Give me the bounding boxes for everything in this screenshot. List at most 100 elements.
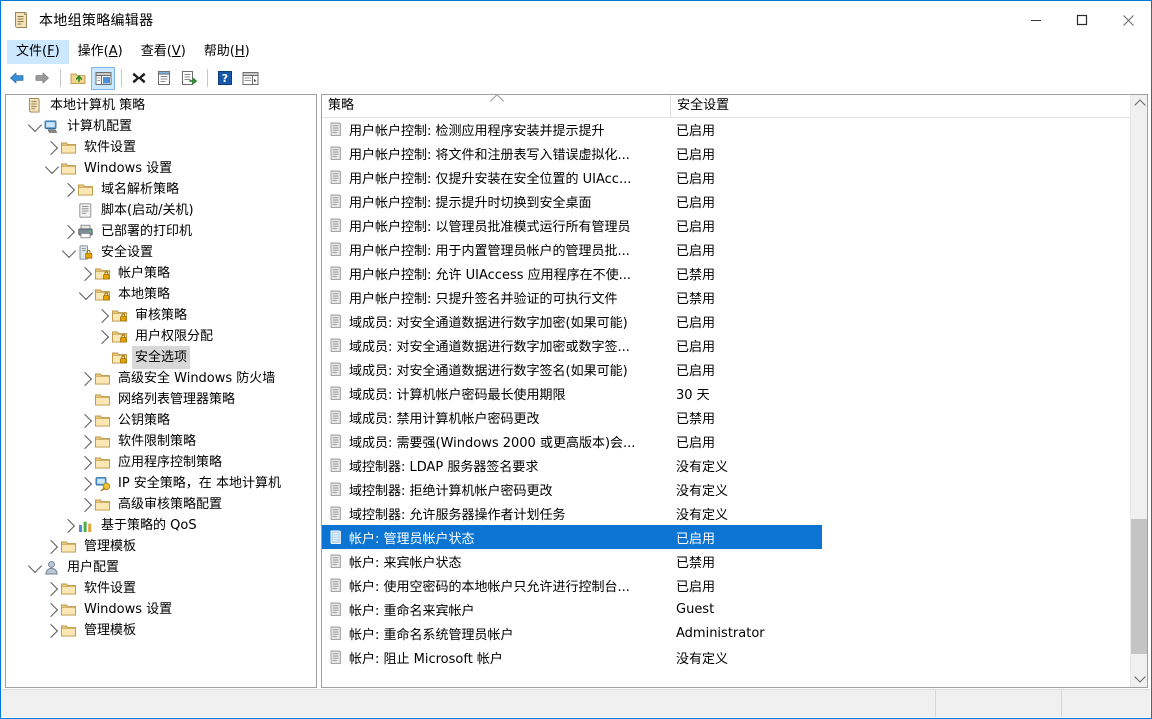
menu-help[interactable]: 帮助(H) (195, 40, 259, 64)
chevron-right-icon[interactable] (60, 515, 77, 536)
policy-list-scrollbar[interactable] (1130, 95, 1147, 687)
tree-item-account-policies[interactable]: 帐户策略 (6, 263, 316, 284)
chevron-right-icon[interactable] (77, 368, 94, 389)
tree-item-name-resolution-policy[interactable]: 域名解析策略 (6, 179, 316, 200)
policy-row[interactable]: 域成员: 对安全通道数据进行数字加密(如果可能) 已启用 (322, 309, 1130, 333)
tree-item-advanced-audit-policy[interactable]: 高级审核策略配置 (6, 494, 316, 515)
scroll-up-button[interactable] (1131, 95, 1147, 112)
tree-item-public-key-policies[interactable]: 公钥策略 (6, 410, 316, 431)
chevron-right-icon[interactable] (43, 536, 60, 557)
policy-row[interactable]: 域成员: 计算机帐户密码最长使用期限 30 天 (322, 381, 1130, 405)
policy-row[interactable]: 用户帐户控制: 检测应用程序安装并提示提升 已启用 (322, 117, 1130, 141)
tree-item-windows-settings[interactable]: Windows 设置 (6, 158, 316, 179)
console-tree-pane[interactable]: 本地计算机 策略 计算机配置 软件设置 Windows 设置 域名解析策略 脚本(启动/关… (5, 94, 317, 688)
tree-item-local-policies[interactable]: 本地策略 (6, 284, 316, 305)
back-button[interactable] (5, 67, 29, 90)
chevron-right-icon[interactable] (77, 452, 94, 473)
policy-setting-value: 已禁用 (676, 291, 716, 307)
policy-row[interactable]: 用户帐户控制: 只提升签名并验证的可执行文件 已禁用 (322, 285, 1130, 309)
close-button[interactable] (1105, 1, 1151, 39)
tree-item-network-list-manager[interactable]: 网络列表管理器策略 (6, 389, 316, 410)
title-bar[interactable]: 本地组策略编辑器 (1, 1, 1151, 39)
policy-row[interactable]: 用户帐户控制: 用于内置管理员帐户的管理员批... 已启用 (322, 237, 1130, 261)
tree-item-application-control-policies[interactable]: 应用程序控制策略 (6, 452, 316, 473)
scrollbar-thumb[interactable] (1131, 519, 1147, 654)
chevron-right-icon[interactable] (77, 473, 94, 494)
tree-item-computer-configuration[interactable]: 计算机配置 (6, 116, 316, 137)
policy-row[interactable]: 用户帐户控制: 以管理员批准模式运行所有管理员 已启用 (322, 213, 1130, 237)
chevron-down-icon[interactable] (27, 557, 43, 578)
policy-row[interactable]: 帐户: 管理员帐户状态 已启用 (322, 525, 822, 549)
minimize-button[interactable] (1013, 1, 1059, 39)
menu-file[interactable]: 文件(F) (7, 40, 69, 64)
policy-icon (328, 505, 344, 521)
policy-row[interactable]: 域成员: 对安全通道数据进行数字加密或数字签... 已启用 (322, 333, 1130, 357)
tree-item-user-rights-assignment[interactable]: 用户权限分配 (6, 326, 316, 347)
tree-item-windows-firewall[interactable]: 高级安全 Windows 防火墙 (6, 368, 316, 389)
up-one-level-button[interactable] (66, 67, 90, 90)
chevron-right-icon[interactable] (77, 494, 94, 515)
policy-row[interactable]: 帐户: 重命名系统管理员帐户 Administrator (322, 621, 1130, 645)
tree-item-software-settings-user[interactable]: 软件设置 (6, 578, 316, 599)
menu-action[interactable]: 操作(A) (69, 40, 132, 64)
policy-row[interactable]: 域成员: 对安全通道数据进行数字签名(如果可能) 已启用 (322, 357, 1130, 381)
tree-item-local-computer-policy[interactable]: 本地计算机 策略 (6, 95, 316, 116)
policy-row[interactable]: 域成员: 需要强(Windows 2000 或更高版本)会... 已启用 (322, 429, 1130, 453)
policy-row[interactable]: 用户帐户控制: 允许 UIAccess 应用程序在不使... 已禁用 (322, 261, 1130, 285)
chevron-right-icon[interactable] (60, 221, 77, 242)
tree-item-security-settings[interactable]: 安全设置 (6, 242, 316, 263)
chevron-right-icon[interactable] (43, 599, 60, 620)
help-button[interactable]: ? (213, 67, 237, 90)
policy-row[interactable]: 域控制器: 允许服务器操作者计划任务 没有定义 (322, 501, 1130, 525)
column-security-setting[interactable]: 安全设置 (671, 95, 1130, 117)
chevron-right-icon[interactable] (43, 620, 60, 641)
chevron-right-icon[interactable] (43, 137, 60, 158)
tree-item-security-options[interactable]: 安全选项 (6, 346, 316, 369)
maximize-button[interactable] (1059, 1, 1105, 39)
tree-item-admin-templates-computer[interactable]: 管理模板 (6, 536, 316, 557)
column-policy[interactable]: 策略 (322, 95, 672, 117)
policy-row[interactable]: 帐户: 阻止 Microsoft 帐户 没有定义 (322, 645, 1130, 669)
export-list-button[interactable] (177, 67, 201, 90)
tree-item-admin-templates-user[interactable]: 管理模板 (6, 620, 316, 641)
tree-item-scripts[interactable]: 脚本(启动/关机) (6, 200, 316, 221)
tree-item-deployed-printers[interactable]: 已部署的打印机 (6, 221, 316, 242)
scroll-down-button[interactable] (1131, 670, 1147, 687)
policy-row[interactable]: 域控制器: 拒绝计算机帐户密码更改 没有定义 (322, 477, 1130, 501)
policy-row[interactable]: 帐户: 使用空密码的本地帐户只允许进行控制台... 已启用 (322, 573, 1130, 597)
chevron-right-icon[interactable] (94, 326, 111, 347)
chevron-right-icon[interactable] (77, 410, 94, 431)
tree-item-software-settings[interactable]: 软件设置 (6, 137, 316, 158)
chevron-right-icon[interactable] (77, 431, 94, 452)
tree-item-policy-based-qos[interactable]: 基于策略的 QoS (6, 515, 316, 536)
policy-row[interactable]: 域控制器: LDAP 服务器签名要求 没有定义 (322, 453, 1130, 477)
tree-item-user-configuration[interactable]: 用户配置 (6, 557, 316, 578)
tree-item-audit-policy[interactable]: 审核策略 (6, 305, 316, 326)
chevron-down-icon[interactable] (44, 158, 60, 179)
chevron-right-icon[interactable] (60, 179, 77, 200)
show-hide-tree-button[interactable] (91, 66, 115, 90)
policy-row[interactable]: 域成员: 禁用计算机帐户密码更改 已禁用 (322, 405, 1130, 429)
policy-row[interactable]: 帐户: 来宾帐户状态 已禁用 (322, 549, 1130, 573)
policy-icon (328, 193, 344, 209)
policy-list-pane[interactable]: 策略 安全设置 用户帐户控制: 检测应用程序安装并提示提升 已启用 用户帐户控制: … (321, 94, 1148, 688)
caption-button-group (1013, 1, 1151, 39)
chevron-right-icon[interactable] (94, 305, 111, 326)
policy-row[interactable]: 用户帐户控制: 将文件和注册表写入错误虚拟化... 已启用 (322, 141, 1130, 165)
chevron-down-icon[interactable] (27, 116, 43, 137)
chevron-down-icon[interactable] (61, 242, 77, 263)
chevron-right-icon[interactable] (77, 263, 94, 284)
view-options-button[interactable] (238, 67, 262, 90)
delete-button[interactable] (127, 67, 151, 90)
policy-row[interactable]: 用户帐户控制: 提示提升时切换到安全桌面 已启用 (322, 189, 1130, 213)
chevron-down-icon[interactable] (78, 284, 94, 305)
forward-button[interactable] (30, 67, 54, 90)
tree-item-ip-security-policies[interactable]: IP 安全策略，在 本地计算机 (6, 473, 316, 494)
policy-row[interactable]: 帐户: 重命名来宾帐户 Guest (322, 597, 1130, 621)
chevron-right-icon[interactable] (43, 578, 60, 599)
tree-item-windows-settings-user[interactable]: Windows 设置 (6, 599, 316, 620)
tree-item-software-restriction-policies[interactable]: 软件限制策略 (6, 431, 316, 452)
menu-view[interactable]: 查看(V) (132, 40, 195, 64)
policy-row[interactable]: 用户帐户控制: 仅提升安装在安全位置的 UIAcc... 已启用 (322, 165, 1130, 189)
properties-button[interactable] (152, 67, 176, 90)
